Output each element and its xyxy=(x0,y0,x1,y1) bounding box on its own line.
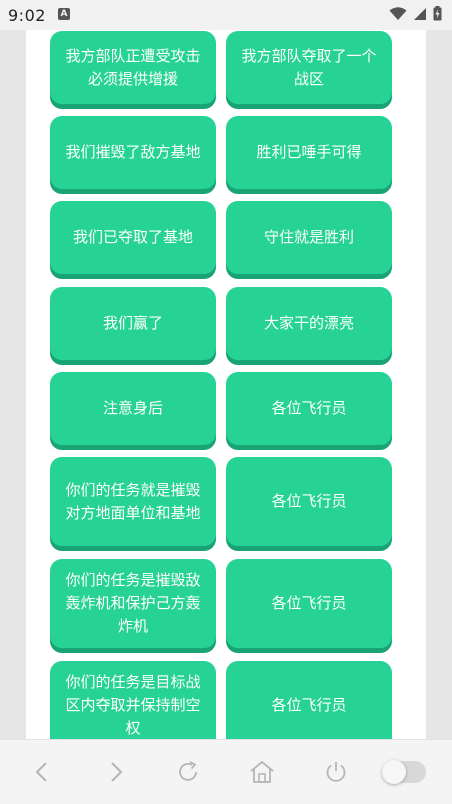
signal-icon xyxy=(414,7,426,20)
voice-button[interactable]: 我们已夺取了基地 xyxy=(50,201,216,274)
content-area[interactable]: 我方部队正遭受攻击必须提供增援 我方部队夺取了一个战区 我们摧毁了敌方基地 胜利… xyxy=(26,30,426,739)
voice-button[interactable]: 我们摧毁了敌方基地 xyxy=(50,116,216,189)
wifi-icon xyxy=(389,6,407,20)
voice-button[interactable]: 我方部队夺取了一个战区 xyxy=(226,31,392,104)
left-page-edge xyxy=(0,30,26,739)
voice-button[interactable]: 注意身后 xyxy=(50,372,216,445)
notification-icon: A xyxy=(58,8,70,20)
refresh-icon xyxy=(179,761,197,781)
voice-button[interactable]: 各位飞行员 xyxy=(226,559,392,648)
voice-button[interactable]: 各位飞行员 xyxy=(226,372,392,445)
voice-button[interactable]: 大家干的漂亮 xyxy=(226,287,392,360)
toggle-knob xyxy=(382,760,406,784)
voice-button[interactable]: 各位飞行员 xyxy=(226,661,392,739)
forward-icon xyxy=(111,762,123,782)
voice-button[interactable]: 你们的任务是摧毁敌轰炸机和保护己方轰炸机 xyxy=(50,559,216,648)
right-page-edge xyxy=(426,30,452,739)
refresh-button[interactable] xyxy=(172,756,204,788)
home-button[interactable] xyxy=(246,756,278,788)
battery-charging-icon xyxy=(433,6,442,21)
power-icon xyxy=(326,762,346,782)
voice-button[interactable]: 你们的任务是目标战区内夺取并保持制空权 xyxy=(50,661,216,739)
back-button[interactable] xyxy=(26,756,58,788)
status-time: 9:02 xyxy=(8,6,46,25)
forward-button[interactable] xyxy=(100,756,132,788)
status-bar: 9:02 A xyxy=(0,0,452,30)
home-icon xyxy=(250,760,274,783)
voice-button[interactable]: 守住就是胜利 xyxy=(226,201,392,274)
back-icon xyxy=(35,762,47,782)
toggle-switch[interactable] xyxy=(382,760,426,784)
voice-button[interactable]: 你们的任务就是摧毁对方地面单位和基地 xyxy=(50,457,216,546)
bottom-nav-bar xyxy=(0,739,452,804)
power-button[interactable] xyxy=(320,756,352,788)
voice-button[interactable]: 我方部队正遭受攻击必须提供增援 xyxy=(50,31,216,104)
voice-button[interactable]: 各位飞行员 xyxy=(226,457,392,546)
voice-button[interactable]: 胜利已唾手可得 xyxy=(226,116,392,189)
voice-button[interactable]: 我们赢了 xyxy=(50,287,216,360)
